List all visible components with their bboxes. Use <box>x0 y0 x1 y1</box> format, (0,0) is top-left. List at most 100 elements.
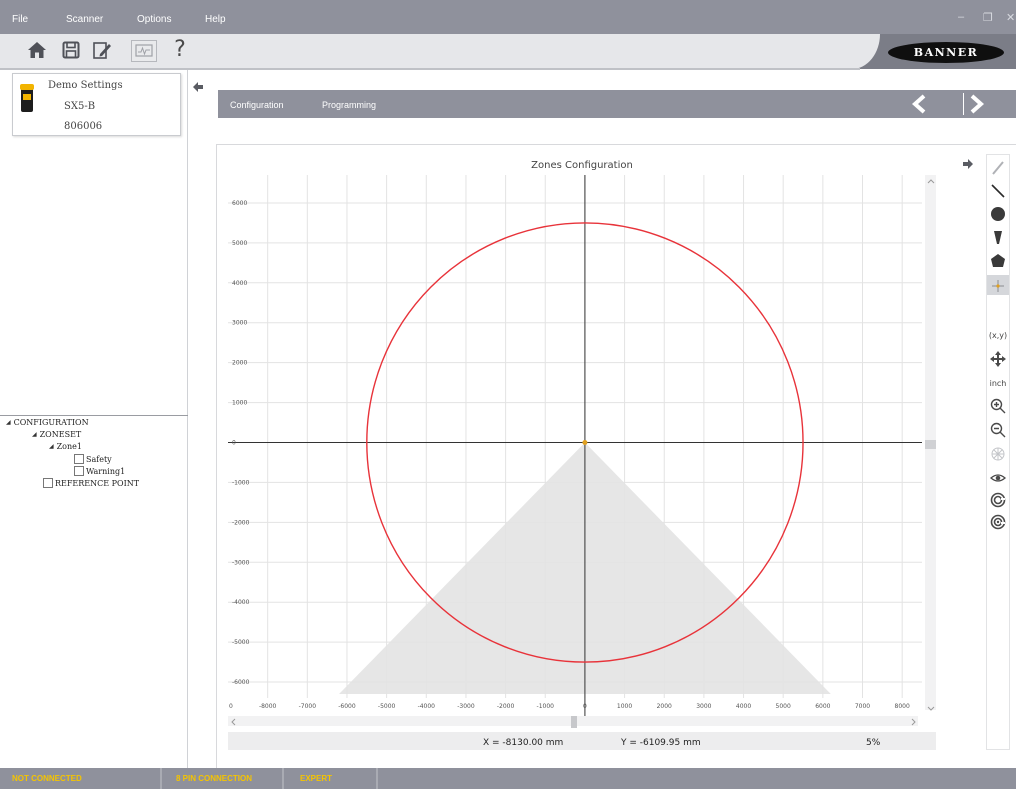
x-tick-label: 3000 <box>696 703 711 710</box>
menu-help[interactable]: Help <box>205 14 226 25</box>
rotate-ccw-tool[interactable] <box>987 512 1009 532</box>
y-tick-label: 0 <box>232 440 236 447</box>
monitor-icon <box>135 44 153 57</box>
circle-tool[interactable] <box>987 204 1009 224</box>
next-arrow-icon[interactable] <box>963 93 989 115</box>
x-tick-label: -5000 <box>378 703 396 710</box>
expand-tools-arrow-icon[interactable] <box>962 158 974 170</box>
grid-tool[interactable] <box>987 444 1009 464</box>
menu-file[interactable]: File <box>12 14 28 25</box>
visibility-tool[interactable] <box>987 468 1009 488</box>
tree-label: Safety <box>86 454 112 464</box>
tree-node-warning1[interactable]: Warning1 <box>74 466 125 476</box>
x-tick-label: -6000 <box>338 703 356 710</box>
collapse-panel-arrow-icon[interactable] <box>192 81 204 93</box>
x-tick-label: 0 <box>583 703 587 710</box>
grid-icon <box>991 447 1005 461</box>
tree-node-zoneset[interactable]: ◢ ZONESET <box>32 430 81 439</box>
polygon-tool[interactable] <box>987 251 1009 271</box>
home-icon <box>28 42 46 58</box>
y-coordinate: Y = -6109.95 mm <box>621 738 701 748</box>
pencil-icon <box>992 161 1004 175</box>
rotate-cw-tool[interactable] <box>987 490 1009 510</box>
zoom-in-tool[interactable] <box>987 396 1009 416</box>
expand-arrow-icon[interactable]: ◢ <box>49 443 54 450</box>
horizontal-scroll-thumb[interactable] <box>571 716 577 728</box>
tree-node-reference-point[interactable]: REFERENCE POINT <box>43 478 139 488</box>
tab-programming[interactable]: Programming <box>322 100 376 110</box>
rotate-cw-icon <box>990 492 1006 508</box>
close-button[interactable]: ✕ <box>1006 11 1015 24</box>
y-tick-label: 4000 <box>232 280 247 287</box>
expand-arrow-icon[interactable]: ◢ <box>6 419 11 426</box>
reference-point-tool[interactable] <box>987 275 1009 295</box>
tree-node-zone1[interactable]: ◢ Zone1 <box>49 442 82 451</box>
menu-scanner[interactable]: Scanner <box>66 14 103 25</box>
edit-document-button[interactable] <box>89 37 115 63</box>
help-button[interactable]: ? <box>167 37 193 63</box>
move-icon <box>990 351 1006 367</box>
xy-tool[interactable]: (x,y) <box>987 325 1009 345</box>
panel-divider <box>0 415 188 416</box>
zoom-out-tool[interactable] <box>987 420 1009 440</box>
rotate-ccw-icon <box>990 514 1006 530</box>
zones-chart[interactable]: 6000 5000 4000 3000 2000 1000 0 -1000 -2000 -3000… <box>216 145 976 730</box>
home-button[interactable] <box>24 37 50 63</box>
x-tick-label: -2000 <box>497 703 515 710</box>
sector-icon <box>994 231 1002 244</box>
device-name: Demo Settings <box>48 80 123 91</box>
tree-node-configuration[interactable]: ◢ CONFIGURATION <box>6 418 89 427</box>
vertical-scroll-thumb[interactable] <box>925 440 936 449</box>
scroll-down-icon[interactable] <box>927 706 935 712</box>
tree-node-safety[interactable]: Safety <box>74 454 112 464</box>
eye-icon <box>990 474 1006 482</box>
x-tick-label: 0 <box>229 703 233 710</box>
circle-icon <box>991 207 1005 221</box>
menu-bar: File Scanner Options Help – ❐ ✕ <box>0 0 1016 34</box>
line-tool[interactable] <box>987 181 1009 201</box>
y-tick-label: -4000 <box>232 599 250 606</box>
minimize-button[interactable]: – <box>958 11 964 23</box>
y-tick-label: 2000 <box>232 360 247 367</box>
unit-label: inch <box>989 378 1007 388</box>
warning-checkbox[interactable] <box>74 466 84 476</box>
safety-checkbox[interactable] <box>74 454 84 464</box>
menu-options[interactable]: Options <box>137 14 171 25</box>
save-button[interactable] <box>58 37 84 63</box>
move-tool[interactable] <box>987 349 1009 369</box>
pencil-tool[interactable] <box>987 158 1009 178</box>
scroll-up-icon[interactable] <box>927 178 935 184</box>
unit-toggle[interactable]: inch <box>987 373 1009 393</box>
tree-label: CONFIGURATION <box>13 418 89 427</box>
y-tick-label: -6000 <box>232 679 250 686</box>
tab-configuration[interactable]: Configuration <box>230 100 284 110</box>
origin-marker[interactable] <box>582 440 588 445</box>
x-tick-label: -8000 <box>259 703 277 710</box>
app-window: File Scanner Options Help – ❐ ✕ ? BANNER… <box>0 0 1016 789</box>
tree-label: Zone1 <box>56 442 82 451</box>
sector-tool[interactable] <box>987 227 1009 247</box>
expand-arrow-icon[interactable]: ◢ <box>32 431 37 438</box>
device-model: SX5-B <box>64 101 96 112</box>
reference-point-checkbox[interactable] <box>43 478 53 488</box>
scroll-right-icon[interactable] <box>911 718 917 726</box>
xy-label: (x,y) <box>988 330 1008 340</box>
x-tick-label: 2000 <box>657 703 672 710</box>
zoom-level: 5% <box>866 738 881 748</box>
x-coordinate: X = -8130.00 mm <box>483 738 564 748</box>
monitor-button[interactable] <box>131 40 157 62</box>
line-icon <box>991 184 1005 198</box>
coordinate-bar <box>228 732 936 750</box>
help-icon: ? <box>174 37 186 62</box>
restore-button[interactable]: ❐ <box>983 11 993 24</box>
edit-document-icon <box>93 42 111 59</box>
x-tick-label: -1000 <box>537 703 555 710</box>
x-tick-label: 8000 <box>895 703 910 710</box>
left-panel: Demo Settings SX5-B 806006 ◢ CONFIGURATI… <box>0 70 188 768</box>
banner-logo: BANNER <box>888 42 1004 63</box>
x-tick-label: -7000 <box>299 703 317 710</box>
device-card[interactable]: Demo Settings SX5-B 806006 <box>12 73 181 136</box>
previous-arrow-icon[interactable] <box>909 93 931 115</box>
x-tick-label: 4000 <box>736 703 751 710</box>
scroll-left-icon[interactable] <box>230 718 236 726</box>
